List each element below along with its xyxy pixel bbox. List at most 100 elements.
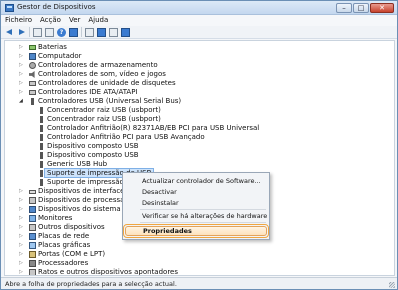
expand-arrow-icon[interactable]: ▷ [19,88,25,97]
menu-item-disable[interactable]: Desactivar [123,187,269,197]
tree-item-label: Dispositivos do sistema [38,205,121,213]
window-controls: – □ ✕ [336,3,394,13]
usb-device-icon [40,170,43,177]
tree-item-label: Controladores de armazenamento [38,61,158,69]
expand-arrow-icon[interactable]: ▷ [19,187,25,196]
expand-arrow-icon[interactable]: ▷ [19,250,25,259]
device-manager-window: Gestor de Dispositivos – □ ✕ Ficheiro Ac… [0,0,398,290]
usb-device-icon [40,179,43,186]
processor-icon [29,260,36,267]
tree-item-label: Monitores [38,214,73,222]
expand-arrow-icon[interactable]: ▷ [19,259,25,268]
tree-item-label: Controladores de som, vídeo e jogos [38,70,166,78]
floppy-icon [29,81,36,86]
tree-item-label: Portas (COM e LPT) [38,250,106,258]
menu-item-scan-hardware[interactable]: Verificar se há alterações de hardware [123,211,269,221]
toolbar-separator [81,27,82,37]
show-hide-tree-icon[interactable] [33,27,42,37]
display-adapter-icon [29,242,36,249]
forward-arrow-icon[interactable] [17,28,26,37]
monitor-icon [29,215,36,222]
update-driver-icon[interactable] [97,27,106,37]
collapse-arrow-icon[interactable]: ◢ [19,97,25,106]
toolbar-separator [29,27,30,37]
tree-item-label: Baterias [38,43,67,51]
ide-icon [29,90,36,95]
tree-item-label: Controlador Anfitrião(R) 82371AB/EB PCI … [47,124,260,132]
tree-item-label: Ratos e outros dispositivos apontadores [38,268,179,276]
properties-icon[interactable] [69,27,78,37]
usb-device-icon [40,161,43,168]
tree-item-label: Dispositivo composto USB [47,151,139,159]
storage-controller-icon [29,62,36,69]
usb-device-icon [40,125,43,132]
port-icon [29,251,36,258]
tree-item-label: Computador [38,52,82,60]
tree-item-label: Controladores USB (Universal Serial Bus) [38,97,182,105]
usb-icon [31,98,34,105]
usb-device-icon [40,116,43,123]
uninstall-icon[interactable] [109,27,118,37]
tree-item-label: Controladores de unidade de disquetes [38,79,176,87]
expand-arrow-icon[interactable]: ▷ [19,43,25,52]
expand-arrow-icon[interactable]: ▷ [19,232,25,241]
menu-item-properties[interactable]: Propriedades [123,224,269,238]
menu-item-update-driver[interactable]: Actualizar controlador de Software... [123,176,269,186]
menu-item-uninstall[interactable]: Desinstalar [123,198,269,208]
toolbar: ? [1,26,397,39]
tree-item-label: Concentrador raiz USB (usbport) [47,106,161,114]
status-text: Abre a folha de propriedades para a sele… [5,280,177,288]
close-button[interactable]: ✕ [370,3,394,13]
expand-arrow-icon[interactable]: ▷ [19,268,25,275]
battery-icon [29,45,36,50]
device-list-icon[interactable] [45,27,54,37]
other-devices-icon [29,224,36,231]
usb-device-icon [40,152,43,159]
tree-item-label: Concentrador raiz USB (usbport) [47,115,161,123]
status-bar: Abre a folha de propriedades para a sele… [1,277,397,289]
tree-item-label: Controlador Anfitrião PCI para USB Avanç… [47,133,205,141]
sound-icon [29,71,35,78]
tree-item-label: Outros dispositivos [38,223,105,231]
menu-view[interactable]: Ver [65,15,84,26]
usb-device-icon [40,134,43,141]
hid-icon [29,190,36,194]
expand-arrow-icon[interactable]: ▷ [19,196,25,205]
disable-icon[interactable] [121,27,130,37]
imaging-icon [29,197,36,204]
expand-arrow-icon[interactable]: ▷ [19,61,25,70]
expand-arrow-icon[interactable]: ▷ [19,241,25,250]
minimize-button[interactable]: – [336,3,352,13]
device-manager-icon [5,4,14,12]
usb-device-icon [40,107,43,114]
usb-device-icon [40,143,43,150]
expand-arrow-icon[interactable]: ▷ [19,52,25,61]
computer-icon [29,53,36,60]
system-devices-icon [29,206,36,213]
menu-help[interactable]: Ajuda [84,15,112,26]
tree-item-label: Controladores IDE ATA/ATAPI [38,88,138,96]
tree-item-label: Dispositivo composto USB [47,142,139,150]
back-arrow-icon[interactable] [5,28,14,37]
expand-arrow-icon[interactable]: ▷ [19,79,25,88]
menu-separator [140,209,266,210]
mouse-icon [29,269,36,275]
device-tree[interactable]: ▷ Baterias ▷ Computador ▷ Controladores … [4,40,395,276]
resize-grip-icon[interactable] [389,282,395,288]
tree-item-label: Placas gráficas [38,241,91,249]
expand-arrow-icon[interactable]: ▷ [19,70,25,79]
network-icon [29,233,36,240]
menu-file[interactable]: Ficheiro [1,15,36,26]
menu-bar: Ficheiro Acção Ver Ajuda [1,15,397,26]
menu-separator [140,222,266,223]
help-icon[interactable]: ? [57,27,66,37]
scan-hardware-icon[interactable] [85,27,94,37]
expand-arrow-icon[interactable]: ▷ [19,214,25,223]
expand-arrow-icon[interactable]: ▷ [19,223,25,232]
context-menu: Actualizar controlador de Software... De… [122,172,270,240]
title-bar[interactable]: Gestor de Dispositivos – □ ✕ [1,1,397,15]
maximize-button[interactable]: □ [353,3,369,13]
expand-arrow-icon[interactable]: ▷ [19,205,25,214]
window-title: Gestor de Dispositivos [17,3,96,11]
menu-action[interactable]: Acção [36,15,65,26]
